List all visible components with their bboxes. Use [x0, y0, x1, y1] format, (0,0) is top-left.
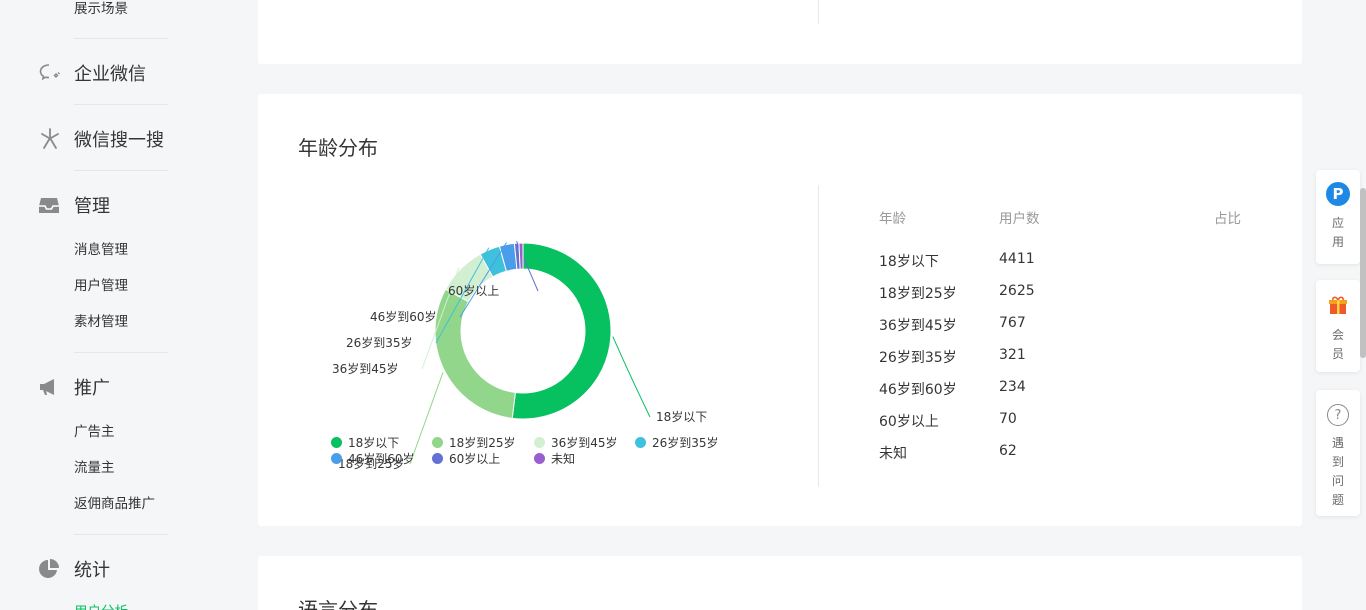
legend-item[interactable]: 46岁到60岁 — [331, 450, 415, 467]
inbox-icon — [38, 193, 64, 217]
float-help-button[interactable]: ? 遇到问题 — [1316, 390, 1360, 516]
scrollbar[interactable] — [1360, 188, 1366, 358]
legend-dot — [534, 453, 545, 464]
table-header-ratio: 占比 — [1214, 211, 1241, 227]
sidebar: 展示场景 企业微信 微信搜一搜 管理 消息管理 用户管理 素材管理 推广 广告主… — [0, 0, 210, 610]
float-member-button[interactable]: 会员 — [1316, 280, 1360, 372]
table-cell-age: 18岁以下 — [879, 254, 939, 270]
table-cell-age: 18岁到25岁 — [879, 286, 957, 302]
sidebar-group-label: 企业微信 — [74, 64, 146, 85]
gift-icon — [1327, 294, 1349, 320]
sidebar-group-label: 微信搜一搜 — [74, 130, 164, 151]
app-badge-icon: P — [1326, 182, 1350, 206]
donut-slice-label: 60岁以上 — [448, 283, 499, 298]
legend-dot — [534, 437, 545, 448]
sidebar-item-display-scene[interactable]: 展示场景 — [74, 0, 128, 17]
donut-slice-label: 46岁到60岁 — [370, 309, 437, 324]
donut-slice-label: 36岁到45岁 — [332, 361, 399, 376]
legend-label: 46岁到60岁 — [348, 452, 415, 466]
legend-dot — [635, 437, 646, 448]
table-cell-count: 321 — [999, 347, 1026, 363]
chat-bubble-icon — [38, 61, 64, 85]
legend-item[interactable]: 未知 — [534, 450, 575, 467]
legend-label: 60岁以上 — [449, 452, 501, 466]
table-header-age: 年龄 — [879, 211, 906, 227]
language-distribution-card: 语言分布 — [258, 556, 1302, 610]
sidebar-item-advertiser[interactable]: 广告主 — [74, 420, 115, 440]
search-sparkle-icon — [38, 127, 64, 151]
legend-label: 26岁到35岁 — [652, 436, 719, 450]
float-app-button[interactable]: P 应用 — [1316, 170, 1360, 264]
donut-label-line — [612, 336, 651, 418]
sidebar-divider — [74, 534, 168, 535]
card-title: 年龄分布 — [298, 136, 378, 160]
sidebar-group-label: 统计 — [74, 560, 110, 581]
legend-item[interactable]: 60岁以上 — [432, 450, 500, 467]
table-cell-age: 未知 — [879, 446, 907, 462]
sidebar-item-publisher[interactable]: 流量主 — [74, 456, 115, 476]
table-cell-age: 46岁到60岁 — [879, 382, 957, 398]
sidebar-group-wechat-search[interactable]: 微信搜一搜 — [38, 126, 164, 152]
table-cell-count: 234 — [999, 379, 1026, 395]
sidebar-item-material-manage[interactable]: 素材管理 — [74, 310, 128, 330]
legend-dot — [432, 453, 443, 464]
donut-slice[interactable] — [434, 288, 516, 419]
float-help-label: 遇到问题 — [1331, 436, 1344, 507]
sidebar-group-manage[interactable]: 管理 — [38, 192, 110, 218]
pie-chart-icon — [38, 557, 64, 581]
sidebar-group-promotion[interactable]: 推广 — [38, 374, 110, 400]
legend-label: 18岁以下 — [348, 436, 400, 450]
sidebar-group-stats[interactable]: 统计 — [38, 556, 110, 582]
top-card — [258, 0, 1302, 64]
sidebar-item-message-manage[interactable]: 消息管理 — [74, 238, 128, 258]
table-cell-age: 60岁以上 — [879, 414, 939, 430]
donut-slice[interactable] — [518, 242, 524, 270]
table-cell-count: 70 — [999, 411, 1017, 427]
legend-item[interactable]: 18岁到25岁 — [432, 434, 516, 451]
legend-dot — [432, 437, 443, 448]
sidebar-group-label: 管理 — [74, 196, 110, 217]
sidebar-item-user-manage[interactable]: 用户管理 — [74, 274, 128, 294]
sidebar-divider — [74, 38, 168, 39]
table-cell-age: 26岁到35岁 — [879, 350, 957, 366]
table-header-count: 用户数 — [999, 211, 1040, 227]
legend-label: 未知 — [551, 452, 576, 466]
sidebar-divider — [74, 352, 168, 353]
legend-item[interactable]: 26岁到35岁 — [635, 434, 719, 451]
table-cell-count: 767 — [999, 315, 1026, 331]
donut-slice[interactable] — [511, 242, 612, 420]
sidebar-divider — [74, 104, 168, 105]
legend-dot — [331, 453, 342, 464]
megaphone-icon — [38, 375, 64, 399]
sidebar-item-commission-promo[interactable]: 返佣商品推广 — [74, 492, 155, 512]
legend-item[interactable]: 18岁以下 — [331, 434, 399, 451]
card-title: 语言分布 — [298, 598, 378, 610]
legend-dot — [331, 437, 342, 448]
age-distribution-card: 年龄分布 18岁以下 18岁到25岁 36岁到45岁 26岁到35岁 46岁到60岁 60… — [258, 94, 1302, 526]
donut-slice-label: 26岁到35岁 — [346, 335, 413, 350]
table-cell-age: 36岁到45岁 — [879, 318, 957, 334]
legend-item[interactable]: 36岁到45岁 — [534, 434, 618, 451]
legend-label: 36岁到45岁 — [551, 436, 618, 450]
sidebar-group-label: 推广 — [74, 378, 110, 399]
table-cell-count: 2625 — [999, 283, 1035, 299]
float-member-label: 会员 — [1331, 328, 1344, 361]
card-divider — [818, 185, 819, 487]
float-app-label: 应用 — [1331, 216, 1344, 249]
sidebar-item-user-analysis[interactable]: 用户分析 — [74, 600, 128, 610]
sidebar-group-work-wechat[interactable]: 企业微信 — [38, 60, 146, 86]
table-cell-count: 4411 — [999, 251, 1035, 267]
donut-slice-label: 18岁以下 — [656, 409, 707, 424]
sidebar-divider — [74, 170, 168, 171]
help-icon: ? — [1327, 404, 1349, 426]
table-cell-count: 62 — [999, 443, 1017, 459]
legend-label: 18岁到25岁 — [449, 436, 516, 450]
card-divider — [818, 0, 819, 24]
